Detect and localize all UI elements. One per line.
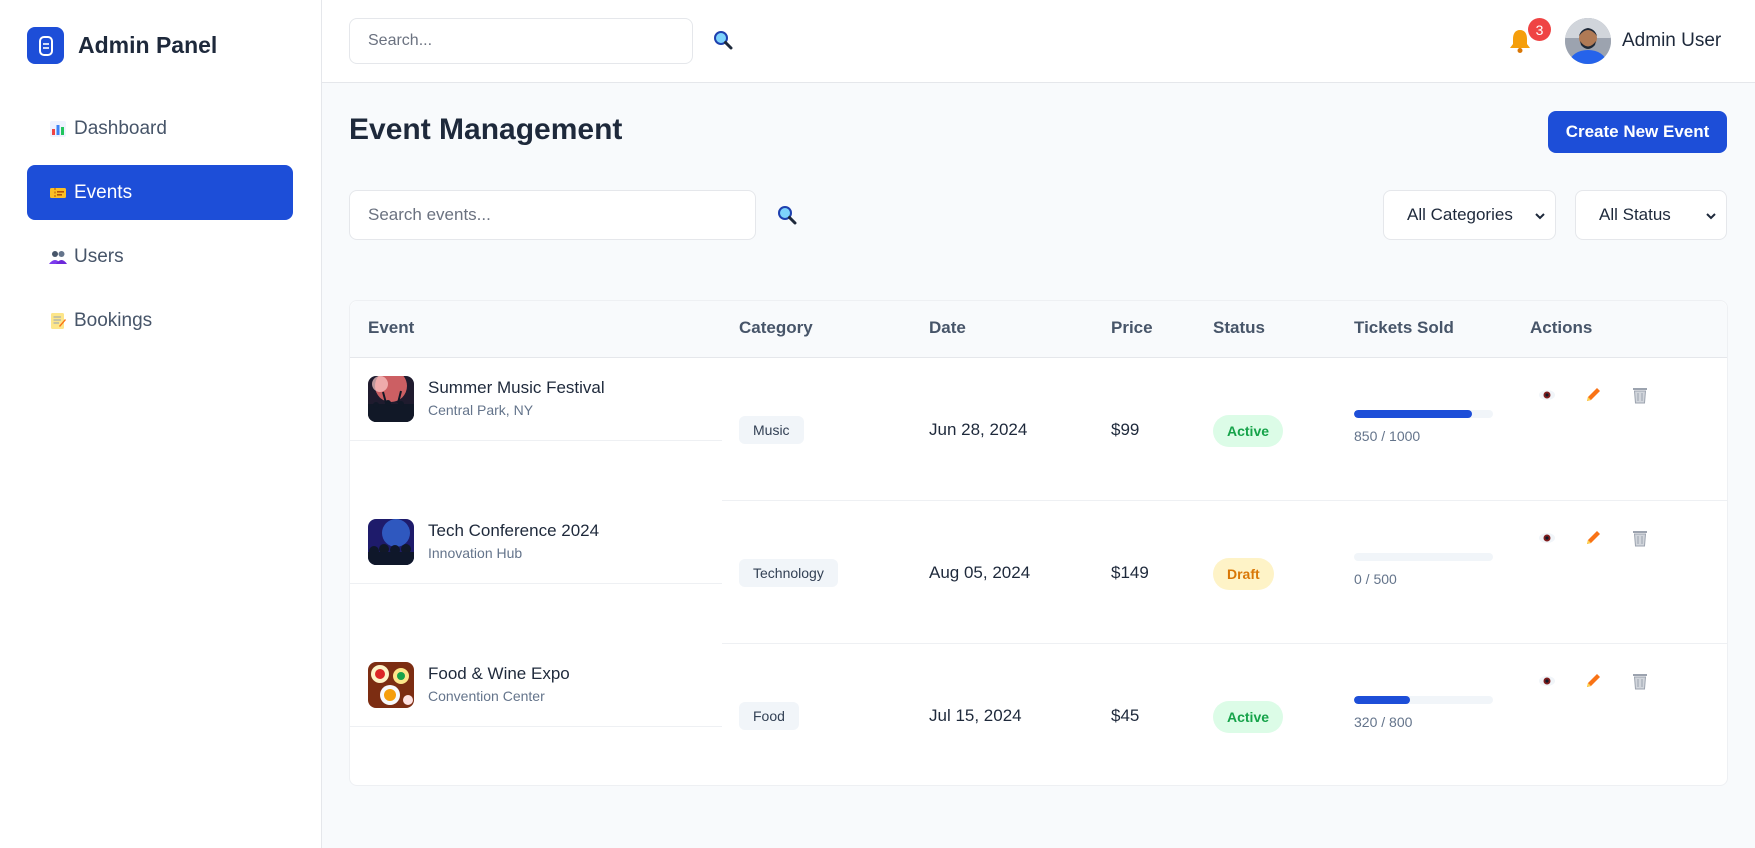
tickets-sold-text: 850 / 1000: [1354, 428, 1421, 444]
search-input[interactable]: [349, 18, 693, 64]
category-tag: Food: [739, 702, 799, 730]
event-search-input[interactable]: [349, 190, 756, 240]
sidebar: Admin Panel Dashboard Events Users Booki…: [0, 0, 322, 848]
tickets-progress-bar: [1354, 696, 1493, 704]
event-name[interactable]: Tech Conference 2024: [428, 521, 599, 541]
event-thumbnail: [368, 376, 414, 422]
column-header-event[interactable]: Event: [368, 318, 414, 338]
event-price: $45: [1111, 706, 1140, 725]
events-table: Event Category Date Price Status Tickets…: [349, 300, 1728, 786]
sidebar-item-users[interactable]: Users: [27, 229, 293, 284]
event-date: Jun 28, 2024: [929, 420, 1028, 439]
status-badge: Active: [1213, 415, 1284, 447]
column-header-status[interactable]: Status: [1213, 318, 1265, 338]
tickets-progress-fill: [1354, 410, 1473, 418]
edit-pencil-icon[interactable]: [1581, 669, 1605, 693]
edit-pencil-icon[interactable]: [1581, 383, 1605, 407]
column-header-actions: Actions: [1530, 318, 1593, 337]
event-price: $149: [1111, 563, 1149, 582]
event-location: Convention Center: [428, 688, 545, 704]
tickets-progress-fill: [1354, 696, 1410, 704]
search-icon[interactable]: [776, 204, 798, 226]
edit-pencil-icon[interactable]: [1581, 526, 1605, 550]
brand-logo-icon: [27, 27, 64, 64]
column-header-category[interactable]: Category: [739, 318, 813, 338]
ticket-icon: [48, 183, 68, 203]
sidebar-item-events[interactable]: Events: [27, 165, 293, 220]
status-filter-select[interactable]: All Status: [1575, 190, 1727, 240]
view-eye-icon[interactable]: [1535, 526, 1559, 550]
event-name[interactable]: Food & Wine Expo: [428, 664, 570, 684]
divider: [350, 583, 722, 584]
chevron-down-icon: [1533, 208, 1547, 228]
delete-trash-icon[interactable]: [1628, 383, 1652, 407]
tickets-sold-text: 320 / 800: [1354, 714, 1413, 730]
delete-trash-icon[interactable]: [1628, 669, 1652, 693]
page-title: Event Management: [349, 113, 623, 146]
event-thumbnail: [368, 519, 414, 565]
column-header-date[interactable]: Date: [929, 318, 966, 338]
tickets-progress-bar: [1354, 553, 1493, 561]
event-date: Jul 15, 2024: [929, 706, 1022, 725]
avatar[interactable]: [1565, 18, 1611, 64]
event-location: Innovation Hub: [428, 545, 523, 561]
status-badge: Draft: [1213, 558, 1274, 590]
sidebar-item-label: Bookings: [74, 309, 153, 331]
user-name[interactable]: Admin User: [1622, 30, 1721, 52]
users-icon: [48, 247, 68, 267]
tickets-sold-text: 0 / 500: [1354, 571, 1397, 587]
delete-trash-icon[interactable]: [1628, 526, 1652, 550]
event-name[interactable]: Summer Music Festival: [428, 378, 605, 398]
category-tag: Technology: [739, 559, 838, 587]
view-eye-icon[interactable]: [1535, 383, 1559, 407]
sidebar-item-label: Dashboard: [74, 117, 167, 139]
chevron-down-icon: [1704, 208, 1718, 228]
sidebar-item-label: Users: [74, 245, 124, 267]
status-filter-value: All Status: [1599, 205, 1671, 224]
event-location: Central Park, NY: [428, 402, 534, 418]
status-badge: Active: [1213, 701, 1284, 733]
sidebar-nav: Dashboard Events Users Bookings: [27, 101, 293, 357]
divider: [350, 726, 722, 727]
category-filter-value: All Categories: [1407, 205, 1513, 224]
view-eye-icon[interactable]: [1535, 669, 1559, 693]
column-header-price[interactable]: Price: [1111, 318, 1153, 338]
sidebar-item-bookings[interactable]: Bookings: [27, 293, 293, 348]
table-header: Event Category Date Price Status Tickets…: [350, 301, 1727, 358]
search-icon[interactable]: [712, 29, 734, 51]
event-date: Aug 05, 2024: [929, 563, 1031, 582]
column-header-tickets-sold[interactable]: Tickets Sold: [1354, 318, 1454, 338]
sidebar-item-dashboard[interactable]: Dashboard: [27, 101, 293, 156]
divider: [350, 440, 722, 441]
create-event-button[interactable]: Create New Event: [1548, 111, 1727, 153]
tickets-progress-bar: [1354, 410, 1493, 418]
brand-title: Admin Panel: [78, 32, 218, 58]
sidebar-item-label: Events: [74, 181, 133, 203]
category-tag: Music: [739, 416, 804, 444]
table-row[interactable]: Food & Wine Expo Convention Center Food …: [350, 644, 1727, 787]
memo-icon: [48, 311, 68, 331]
brand[interactable]: Admin Panel: [27, 27, 217, 64]
table-row[interactable]: Tech Conference 2024 Innovation Hub Tech…: [350, 501, 1727, 644]
category-filter-select[interactable]: All Categories: [1383, 190, 1556, 240]
top-header: 3 Admin User: [322, 0, 1755, 83]
event-price: $99: [1111, 420, 1140, 439]
bar-chart-icon: [48, 119, 68, 139]
notification-badge: 3: [1528, 18, 1551, 41]
table-row[interactable]: Summer Music Festival Central Park, NY M…: [350, 358, 1727, 501]
event-thumbnail: [368, 662, 414, 708]
